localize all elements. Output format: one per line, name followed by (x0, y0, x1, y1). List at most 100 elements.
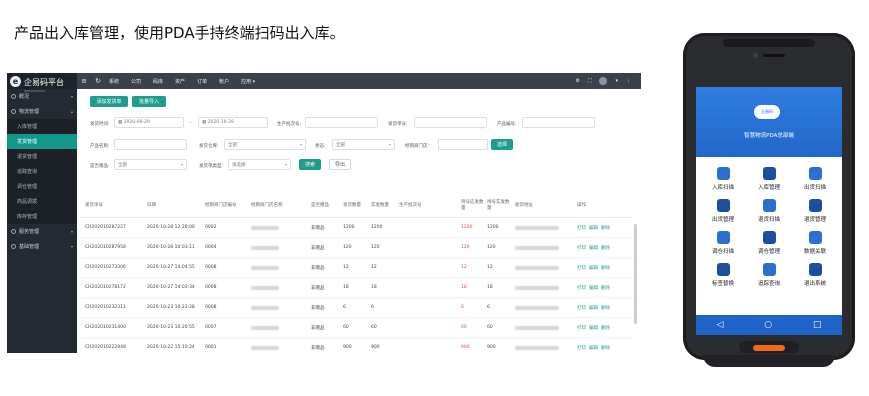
date-to-input[interactable]: ▦ 2020-10-29 (198, 117, 268, 128)
print-link[interactable]: 打印 (577, 218, 586, 237)
date-from-input[interactable]: ▦ 2020-09-29 (114, 117, 184, 128)
sidebar-item[interactable]: 发货管理 (7, 134, 77, 149)
delete-link[interactable]: 删除 (601, 238, 610, 257)
home-icon[interactable]: ○ (764, 320, 772, 330)
cell-qty: 900 (343, 345, 352, 350)
top-nav-item[interactable]: 资产 (175, 78, 185, 85)
pda-tile[interactable]: 退货管理 (792, 199, 838, 229)
settings-icon[interactable]: ⚙ (575, 78, 579, 84)
pda-tile[interactable]: 出货扫描 (792, 167, 838, 197)
sidebar-item[interactable]: 商品调拨 (7, 194, 77, 209)
table-row[interactable]: CH202010232311 2020-10-23 10:23:28 0008 非赠品… (81, 298, 633, 318)
sidebar-item[interactable]: 退货管理 (7, 149, 77, 164)
delete-link[interactable]: 删除 (601, 338, 610, 353)
column-header[interactable]: 待号实发数量 (487, 195, 513, 217)
table-row[interactable]: CH202010222948 2020-10-22 15:10:24 0001 非赠品… (81, 338, 633, 353)
pda-tile[interactable]: 数据关联 (792, 231, 838, 261)
fullscreen-icon[interactable]: ⛶ (588, 78, 592, 84)
batch-input[interactable] (305, 117, 378, 128)
edit-link[interactable]: 编辑 (589, 338, 598, 353)
sidebar-item[interactable]: 库存管理 (7, 209, 77, 224)
sidebar-item[interactable]: 调仓管理 (7, 179, 77, 194)
delete-link[interactable]: 删除 (601, 258, 610, 277)
export-button[interactable]: 导出 (329, 159, 351, 170)
search-button[interactable]: 搜索 (299, 159, 321, 170)
top-nav-item[interactable]: 订单 (197, 78, 207, 85)
edit-link[interactable]: 编辑 (589, 258, 598, 277)
edit-link[interactable]: 编辑 (589, 298, 598, 317)
print-link[interactable]: 打印 (577, 338, 586, 353)
print-link[interactable]: 打印 (577, 318, 586, 337)
column-header[interactable]: 经销商门店编号 (205, 195, 249, 217)
user-menu-chevron-icon[interactable]: ▾ (615, 78, 618, 84)
vertical-scrollbar[interactable] (634, 224, 637, 324)
sidebar-item[interactable]: 物流管理 ▴ (7, 104, 77, 119)
pda-tile[interactable]: 调仓管理 (746, 231, 792, 261)
more-icon[interactable]: ⋮ (626, 78, 631, 84)
gift-select[interactable]: 全部 ▾ (114, 159, 187, 170)
column-header[interactable]: 实发数量 (371, 195, 399, 217)
print-link[interactable]: 打印 (577, 298, 586, 317)
column-header[interactable]: 操作 (577, 195, 627, 217)
pda-tile[interactable]: 调仓扫描 (700, 231, 746, 261)
back-icon[interactable]: ◁ (716, 320, 723, 330)
column-header[interactable]: 发货单号 (85, 195, 145, 217)
delete-link[interactable]: 删除 (601, 278, 610, 297)
table-row[interactable]: CH202010273306 2020-10-27 14:04:55 0008 非赠品… (81, 258, 633, 278)
menu-icon[interactable]: ≡ (77, 77, 91, 85)
delete-link[interactable]: 删除 (601, 298, 610, 317)
delete-link[interactable]: 删除 (601, 218, 610, 237)
delete-link[interactable]: 删除 (601, 318, 610, 337)
add-shipment-button[interactable]: 添加发货单 (90, 96, 128, 107)
sidebar-item[interactable]: 概况 ▾ (7, 89, 77, 104)
pda-tile[interactable]: 追踪查询 (746, 263, 792, 293)
top-nav-item[interactable]: 应用 ▾ (241, 78, 255, 85)
pda-tile[interactable]: 标签替换 (700, 263, 746, 293)
pda-tile[interactable]: 退货扫描 (746, 199, 792, 229)
ship-type-select[interactable]: 请选择 ▾ (228, 159, 291, 170)
sidebar-item[interactable]: 服务管理 ▾ (7, 224, 77, 239)
column-header[interactable]: 待号应发数量 (461, 195, 485, 217)
top-nav-item[interactable]: 帐户 (219, 78, 229, 85)
warehouse-select[interactable]: 全部 ▾ (224, 139, 306, 150)
top-nav-item[interactable]: 码库 (153, 78, 163, 85)
table-row[interactable]: CH202010278172 2020-10-27 14:03:34 0008 非赠品… (81, 278, 633, 298)
column-header[interactable]: 发货数量 (343, 195, 371, 217)
print-link[interactable]: 打印 (577, 238, 586, 257)
pda-tile[interactable]: 出货管理 (700, 199, 746, 229)
avatar[interactable] (599, 77, 608, 85)
scan-trigger-button[interactable] (753, 345, 785, 351)
top-nav-item[interactable]: 公司 (131, 78, 141, 85)
top-nav-item[interactable]: 系统 (109, 78, 119, 85)
status-select[interactable]: 全部 ▾ (332, 139, 395, 150)
sidebar-item[interactable]: 追踪查询 (7, 164, 77, 179)
sidebar-item[interactable]: 基础管理 ▾ (7, 239, 77, 254)
product-no-input[interactable] (522, 117, 595, 128)
column-header[interactable]: 经销商门店名称 (251, 195, 309, 217)
edit-link[interactable]: 编辑 (589, 238, 598, 257)
table-row[interactable]: CH202010231400 2020-10-23 10:20:55 0007 非赠品… (81, 318, 633, 338)
edit-link[interactable]: 编辑 (589, 278, 598, 297)
column-header[interactable]: 生产批次号 (399, 195, 459, 217)
product-name-input[interactable] (114, 139, 187, 150)
edit-link[interactable]: 编辑 (589, 218, 598, 237)
table-row[interactable]: CH202010287227 2020-10-28 12:28:00 0002 非赠品… (81, 218, 633, 238)
recents-icon[interactable]: □ (813, 320, 822, 330)
column-header[interactable]: 收货地址 (515, 195, 575, 217)
cell-real: 6 (487, 305, 490, 310)
column-header[interactable]: 是否赠品 (311, 195, 341, 217)
select-dealer-button[interactable]: 选择 (491, 139, 513, 150)
refresh-icon[interactable]: ↻ (91, 77, 105, 85)
sidebar-item[interactable]: 入库管理 (7, 119, 77, 134)
order-no-input[interactable] (414, 117, 487, 128)
print-link[interactable]: 打印 (577, 278, 586, 297)
pda-tile[interactable]: 入库管理 (746, 167, 792, 197)
column-header[interactable]: 日期 (147, 195, 203, 217)
dealer-input[interactable] (438, 139, 488, 150)
pda-tile[interactable]: 入库扫描 (700, 167, 746, 197)
pda-tile[interactable]: 退出系统 (792, 263, 838, 293)
print-link[interactable]: 打印 (577, 258, 586, 277)
batch-import-button[interactable]: 批量导入 (132, 96, 166, 107)
edit-link[interactable]: 编辑 (589, 318, 598, 337)
table-row[interactable]: CH202010287958 2020-10-28 10:03:11 0004 非赠品… (81, 238, 633, 258)
